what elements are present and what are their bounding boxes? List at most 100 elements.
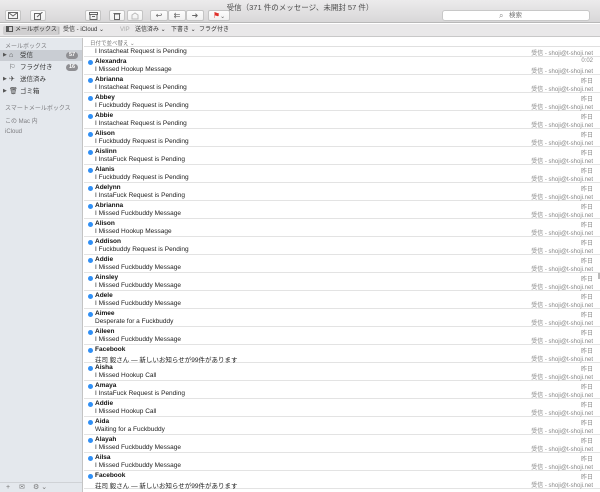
reply-button[interactable]: ↩ bbox=[150, 10, 168, 21]
message-row[interactable]: Amaya 昨日 I InstaFuck Request is Pending 受信 … bbox=[84, 381, 600, 399]
message-subject: I Instacheat Request is Pending bbox=[95, 120, 187, 127]
sidebar-item-label: 受信 bbox=[20, 52, 33, 59]
archive-icon bbox=[88, 12, 98, 20]
message-sender: Addie bbox=[95, 256, 114, 263]
message-row[interactable]: Alexandra 0:02 I Missed Hookup Message 受信 -… bbox=[84, 57, 600, 75]
sidebar-section-smart-mailboxes[interactable]: スマートメールボックス bbox=[5, 103, 71, 112]
message-account: 受信 - shoji@t-shoji.net bbox=[531, 429, 593, 435]
message-row[interactable]: Aileen 昨日 I Missed Fuckbuddy Message 受信 - s… bbox=[84, 327, 600, 345]
disclosure-triangle-icon[interactable]: ▶ bbox=[3, 86, 7, 97]
message-subject: I Instacheat Request is Pending bbox=[95, 84, 187, 91]
add-mailbox-button[interactable]: + bbox=[6, 483, 10, 492]
disclosure-triangle-icon[interactable]: ▶ bbox=[3, 74, 7, 85]
message-row[interactable]: Ailsa 昨日 I Missed Fuckbuddy Message 受信 - sh… bbox=[84, 453, 600, 471]
unread-dot-icon bbox=[88, 330, 93, 335]
search-field[interactable]: ⌕ bbox=[442, 10, 590, 21]
message-row[interactable]: Adele 昨日 I Missed Fuckbuddy Message 受信 - sh… bbox=[84, 291, 600, 309]
unread-dot-icon bbox=[88, 114, 93, 119]
flag-icon: ⚑ bbox=[212, 11, 221, 20]
message-row[interactable]: Adelynn 昨日 I InstaFuck Request is Pending 受… bbox=[84, 183, 600, 201]
fav-inbox-button[interactable]: 受信 - iCloud ⌄ bbox=[63, 26, 104, 35]
unread-dot-icon bbox=[88, 474, 93, 479]
gear-icon[interactable]: ⚙ ⌄ bbox=[33, 483, 47, 492]
junk-button[interactable] bbox=[127, 10, 143, 21]
message-row[interactable]: Aisha 昨日 I Missed Hookup Call 受信 - shoji@t-… bbox=[84, 363, 600, 381]
message-subject: I Missed Fuckbuddy Message bbox=[95, 264, 181, 271]
sidebar-toggle-icon bbox=[6, 26, 13, 32]
message-row[interactable]: Addie 昨日 I Missed Fuckbuddy Message 受信 - sh… bbox=[84, 255, 600, 273]
sent-icon: ✈ bbox=[9, 76, 15, 83]
sidebar-section-mailboxes[interactable]: メールボックス bbox=[5, 41, 47, 50]
sidebar-item-sent[interactable]: ▶ ✈ 送信済み bbox=[0, 74, 82, 85]
message-row[interactable]: Addison 昨日 I Fuckbuddy Request is Pending 受… bbox=[84, 237, 600, 255]
disclosure-triangle-icon[interactable]: ▶ bbox=[3, 50, 7, 61]
sidebar-item-inbox[interactable]: ▶ ⌂ 受信 57 bbox=[0, 50, 82, 61]
message-row[interactable]: I Instacheat Request is Pending 受信 - sho… bbox=[84, 46, 600, 57]
message-row[interactable]: Facebook 昨日 荘司 毅さん — 新しいお知らせが99件があります 受信 - … bbox=[84, 345, 600, 364]
message-subject: I Missed Fuckbuddy Message bbox=[95, 336, 181, 343]
message-row[interactable]: Facebook 昨日 荘司 毅さん — 新しいお知らせが99件があります 受信 - … bbox=[84, 471, 600, 490]
reply-all-icon: ⇇ bbox=[173, 11, 181, 20]
message-row[interactable]: Aida 昨日 Waiting for a Fuckbuddy 受信 - shoji@… bbox=[84, 417, 600, 435]
message-row[interactable]: Abrianna 昨日 I Instacheat Request is Pendin… bbox=[84, 75, 600, 93]
forward-button[interactable]: ➜ bbox=[186, 10, 204, 21]
sidebar-item-trash[interactable]: ▶ 🗑 ゴミ箱 bbox=[0, 86, 82, 97]
sidebar-section-on-my-mac[interactable]: この Mac 内 bbox=[5, 116, 38, 125]
fav-flagged-button[interactable]: フラグ付き bbox=[199, 26, 229, 35]
message-account: 受信 - shoji@t-shoji.net bbox=[531, 285, 593, 291]
archive-button[interactable] bbox=[85, 10, 101, 21]
message-row[interactable]: Abrianna 昨日 I Missed Fuckbuddy Message 受信 -… bbox=[84, 201, 600, 219]
message-account: 受信 - shoji@t-shoji.net bbox=[531, 465, 593, 471]
fav-mailboxes-button[interactable]: メールボックス bbox=[3, 26, 60, 35]
message-row[interactable]: Addie 昨日 I Missed Hookup Call 受信 - shoji@t-… bbox=[84, 399, 600, 417]
message-sender: Adelynn bbox=[95, 184, 121, 191]
message-subject: I Missed Fuckbuddy Message bbox=[95, 210, 181, 217]
message-sender: Amaya bbox=[95, 382, 117, 389]
message-subject: I Missed Hookup Call bbox=[95, 408, 157, 415]
message-sender: Alanis bbox=[95, 166, 115, 173]
message-row[interactable]: Ainsley 昨日 I Missed Fuckbuddy Message 受信 - … bbox=[84, 273, 600, 291]
message-subject: I Missed Fuckbuddy Message bbox=[95, 300, 181, 307]
message-sender: Aislinn bbox=[95, 148, 117, 155]
get-mail-button[interactable] bbox=[5, 10, 21, 21]
message-sender: Aimee bbox=[95, 310, 115, 317]
compose-icon bbox=[33, 11, 43, 20]
compose-small-button[interactable]: ✉ bbox=[19, 483, 25, 492]
message-row[interactable]: Alanis 昨日 I Fuckbuddy Request is Pending 受信… bbox=[84, 165, 600, 183]
unread-dot-icon bbox=[88, 96, 93, 101]
message-row[interactable]: Aislinn 昨日 I InstaFuck Request is Pending 受… bbox=[84, 147, 600, 165]
message-account: 受信 - shoji@t-shoji.net bbox=[531, 267, 593, 273]
sidebar-section-icloud[interactable]: iCloud bbox=[5, 129, 22, 135]
message-sender: Alison bbox=[95, 130, 115, 137]
unread-dot-icon bbox=[88, 240, 93, 245]
message-row[interactable]: Alison 昨日 I Fuckbuddy Request is Pending 受信… bbox=[84, 129, 600, 147]
message-date: 0:02 bbox=[581, 58, 593, 64]
junk-icon bbox=[131, 12, 139, 20]
sidebar-item-label: ゴミ箱 bbox=[20, 88, 40, 95]
message-row[interactable]: Abbey 昨日 I Fuckbuddy Request is Pending 受信 … bbox=[84, 93, 600, 111]
compose-button[interactable] bbox=[30, 10, 46, 21]
message-sender: Aileen bbox=[95, 328, 115, 335]
message-row[interactable]: Abbie 昨日 I Instacheat Request is Pending 受信… bbox=[84, 111, 600, 129]
fav-sent-button[interactable]: 送信済み ⌄ bbox=[135, 26, 166, 35]
delete-button[interactable] bbox=[109, 10, 125, 21]
message-sender: Aida bbox=[95, 418, 110, 425]
message-row[interactable]: Alison 昨日 I Missed Hookup Message 受信 - shoj… bbox=[84, 219, 600, 237]
reply-all-button[interactable]: ⇇ bbox=[168, 10, 186, 21]
message-account: 受信 - shoji@t-shoji.net bbox=[531, 51, 593, 57]
search-input[interactable] bbox=[509, 11, 584, 20]
message-row[interactable]: Aimee 昨日 Desperate for a Fuckbuddy 受信 - sho… bbox=[84, 309, 600, 327]
fav-vip-button[interactable]: VIP bbox=[120, 26, 130, 35]
sidebar-item-flagged[interactable]: ⚐ フラグ付き 16 bbox=[0, 62, 82, 73]
unread-dot-icon bbox=[88, 132, 93, 137]
fav-drafts-button[interactable]: 下書き ⌄ bbox=[171, 26, 196, 35]
inbox-tray-icon: ⌂ bbox=[9, 52, 14, 59]
unread-dot-icon bbox=[88, 150, 93, 155]
search-icon: ⌕ bbox=[499, 11, 504, 20]
message-sender: Facebook bbox=[95, 472, 126, 479]
flag-button[interactable]: ⚑⌄ bbox=[208, 10, 230, 21]
message-account: 受信 - shoji@t-shoji.net bbox=[531, 375, 593, 381]
message-subject: I Fuckbuddy Request is Pending bbox=[95, 102, 189, 109]
message-account: 受信 - shoji@t-shoji.net bbox=[531, 123, 593, 129]
message-row[interactable]: Alayah 昨日 I Missed Fuckbuddy Message 受信 - s… bbox=[84, 435, 600, 453]
